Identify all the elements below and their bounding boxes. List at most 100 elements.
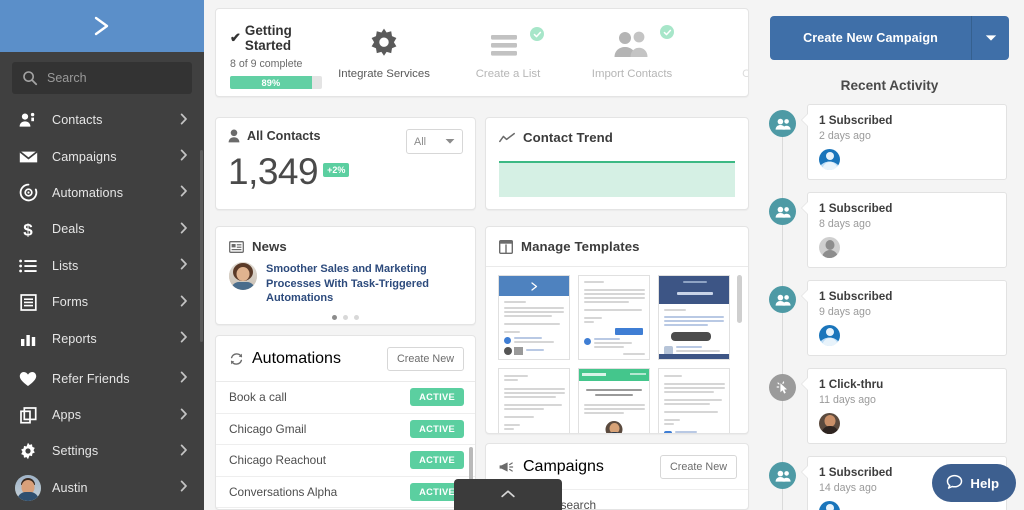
- activity-avatar: [819, 149, 840, 170]
- getting-started-summary: ✔ Getting Started 8 of 9 complete 89%: [216, 23, 322, 89]
- activity-time: 11 days ago: [819, 394, 876, 406]
- contact-trend-card: Contact Trend: [485, 117, 749, 210]
- activity-title: 1 Subscribed: [819, 114, 893, 127]
- sidebar-item-label: Automations: [52, 185, 124, 200]
- person-icon: [228, 129, 240, 143]
- sidebar-item-deals[interactable]: $ Deals: [0, 211, 204, 247]
- chevron-right-icon: [180, 408, 190, 423]
- news-dot[interactable]: [343, 314, 348, 320]
- template-thumbnail[interactable]: [498, 368, 570, 433]
- subscribers-icon: [769, 198, 796, 225]
- create-new-campaign-caret-button[interactable]: [971, 16, 1009, 60]
- activity-item[interactable]: 1 Subscribed 2 days ago: [769, 104, 1007, 180]
- form-icon: [18, 292, 38, 312]
- truncated-icon: [694, 23, 748, 65]
- app-logo[interactable]: [0, 0, 204, 52]
- activity-item[interactable]: 1 Click-thru 11 days ago: [769, 368, 1007, 444]
- template-thumbnail[interactable]: [658, 368, 730, 433]
- table-row[interactable]: Conversations Alpha ACTIVE: [216, 477, 475, 509]
- chevron-right-icon: [180, 113, 190, 128]
- news-author-avatar: [229, 262, 257, 290]
- sidebar-item-forms[interactable]: Forms: [0, 284, 204, 320]
- sidebar-item-label: Apps: [52, 408, 82, 423]
- automation-name: Chicago Reachout: [229, 453, 327, 468]
- sidebar-scrollbar[interactable]: [200, 150, 203, 342]
- heart-icon: [18, 369, 38, 389]
- getting-started-card: ✔ Getting Started 8 of 9 complete 89% In…: [215, 8, 749, 97]
- sidebar-item-campaigns[interactable]: Campaigns: [0, 138, 204, 174]
- all-contacts-title-row: All Contacts: [228, 129, 320, 143]
- contacts-filter-select[interactable]: All: [406, 129, 463, 154]
- progress-bar-fill: 89%: [230, 76, 312, 89]
- automations-create-new-button[interactable]: Create New: [386, 347, 464, 371]
- sidebar-item-settings[interactable]: Settings: [0, 433, 204, 469]
- sidebar-item-user[interactable]: Austin: [0, 470, 204, 506]
- automations-card: Automations Create New Book a call ACTIV…: [215, 335, 476, 510]
- activity-time: 2 days ago: [819, 130, 871, 142]
- sidebar-item-label: Lists: [52, 258, 79, 273]
- table-row[interactable]: Chicago Gmail ACTIVE: [216, 414, 475, 446]
- templates-scrollbar[interactable]: [737, 275, 742, 323]
- step-create-a-list[interactable]: Create a List: [446, 23, 570, 80]
- campaigns-create-new-button[interactable]: Create New: [659, 455, 737, 479]
- click-icon: [769, 374, 796, 401]
- table-row[interactable]: Chicago Reachout ACTIVE: [216, 445, 475, 477]
- contacts-icon: [18, 110, 38, 130]
- template-thumbnail[interactable]: [578, 275, 650, 360]
- sidebar-item-automations[interactable]: Automations: [0, 175, 204, 211]
- template-thumbnail[interactable]: [498, 275, 570, 360]
- news-card: News Smoother Sales and Marketing Proces…: [215, 226, 476, 325]
- caret-down-icon: [985, 29, 997, 47]
- chevron-right-icon: [180, 480, 190, 495]
- news-dot[interactable]: [354, 314, 359, 320]
- news-title: News: [252, 239, 287, 254]
- envelope-icon: [18, 147, 38, 167]
- create-new-campaign-button[interactable]: Create New Campaign: [770, 16, 971, 60]
- sidebar-item-contacts[interactable]: Contacts: [0, 102, 204, 138]
- sidebar-item-label: Deals: [52, 222, 85, 237]
- activity-item[interactable]: 1 Subscribed 9 days ago: [769, 280, 1007, 356]
- search-input[interactable]: [47, 71, 182, 85]
- sidebar-item-label: Settings: [52, 444, 99, 459]
- step-integrate-services[interactable]: Integrate Services: [322, 23, 446, 80]
- create-campaign-split-button: Create New Campaign: [770, 16, 1009, 60]
- step-truncated[interactable]: Creat: [694, 23, 748, 80]
- table-row[interactable]: Book a call ACTIVE: [216, 382, 475, 414]
- template-thumbnail[interactable]: [578, 368, 650, 433]
- recent-activity-title: Recent Activity: [840, 78, 939, 93]
- refresh-icon: [229, 352, 244, 366]
- search-box[interactable]: [12, 62, 192, 94]
- template-grid-icon: [499, 239, 513, 254]
- news-dot[interactable]: [332, 314, 337, 320]
- all-contacts-count: 1,349: [228, 151, 319, 192]
- bar-chart-icon: [18, 329, 38, 349]
- activity-item[interactable]: 1 Subscribed 8 days ago: [769, 192, 1007, 268]
- sidebar-lower-nav: Refer Friends Apps Settings Austin: [0, 360, 204, 510]
- status-badge: ACTIVE: [410, 419, 464, 438]
- sidebar-item-apps[interactable]: Apps: [0, 397, 204, 433]
- sidebar-user-label: Austin: [52, 480, 88, 495]
- news-carousel-dots[interactable]: [216, 314, 475, 320]
- step-complete-check-icon: [660, 25, 674, 39]
- news-headline-link[interactable]: Smoother Sales and Marketing Processes W…: [266, 262, 462, 306]
- gear-icon: [322, 23, 446, 65]
- chevron-up-icon: [500, 486, 516, 504]
- sidebar-item-refer-friends[interactable]: Refer Friends: [0, 360, 204, 396]
- collapsed-drawer[interactable]: [454, 479, 562, 510]
- sidebar-item-reports[interactable]: Reports: [0, 320, 204, 356]
- news-card-icon: [229, 240, 244, 253]
- activity-avatar: [819, 325, 840, 346]
- template-thumbnail[interactable]: [658, 275, 730, 360]
- chat-bubble-icon: [946, 474, 970, 493]
- avatar: [15, 474, 41, 501]
- chevron-right-icon: [180, 295, 190, 310]
- status-badge: ACTIVE: [410, 388, 464, 407]
- getting-started-title: Getting Started: [244, 23, 292, 53]
- step-label: Import Contacts: [591, 68, 673, 80]
- sidebar-item-lists[interactable]: Lists: [0, 248, 204, 284]
- step-import-contacts[interactable]: Import Contacts: [570, 23, 694, 80]
- subscribers-icon: [769, 286, 796, 313]
- activity-avatar: [819, 413, 840, 434]
- list-icon: [18, 256, 38, 276]
- help-button[interactable]: Help: [932, 464, 1016, 502]
